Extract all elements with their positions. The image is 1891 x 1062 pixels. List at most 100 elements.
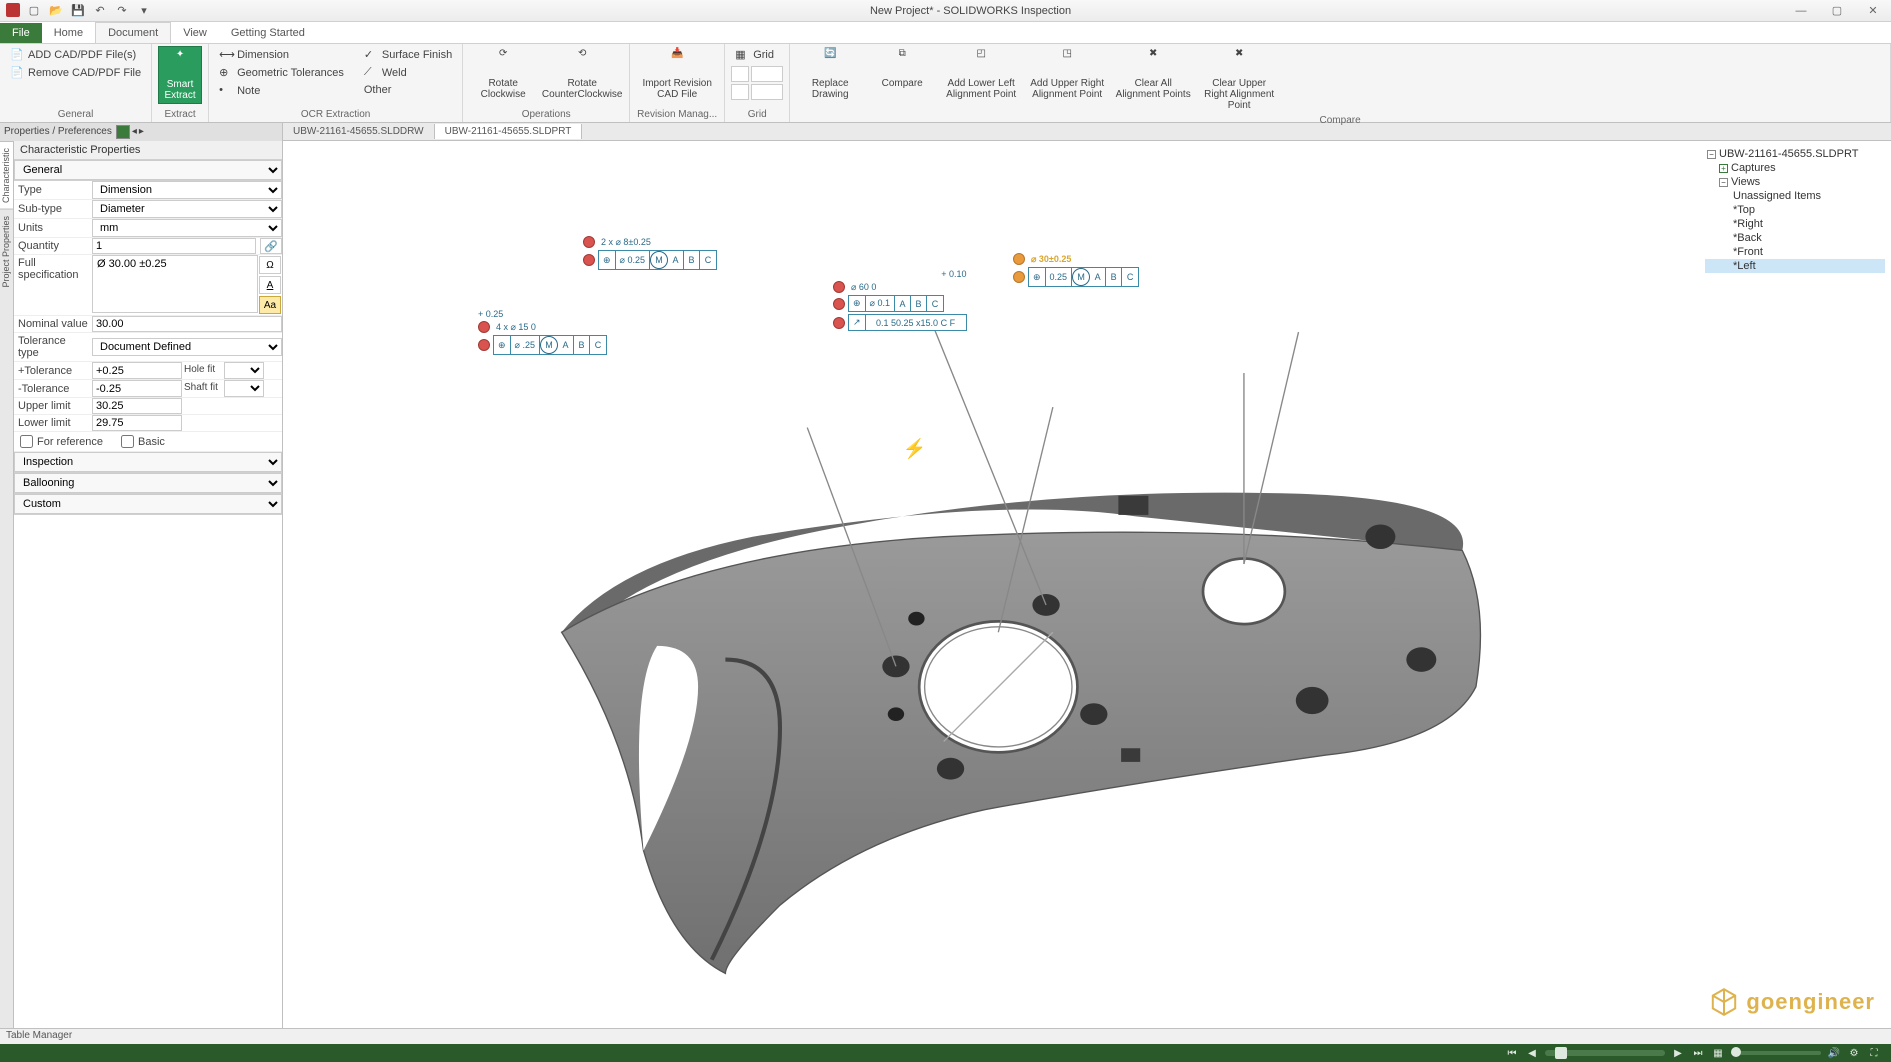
ballooning-dropdown[interactable]: Ballooning [14,473,282,493]
table-manager-label[interactable]: Table Manager [6,1030,72,1041]
tab-document[interactable]: Document [95,22,171,43]
settings-button[interactable]: ⚙ [1847,1046,1861,1060]
ocr-weld-button[interactable]: ⟋Weld [360,64,456,82]
open-icon[interactable]: 📂 [48,3,64,19]
tree-view-left[interactable]: *Left [1705,259,1885,273]
ocr-other-button[interactable]: Other [360,82,456,98]
mute-button[interactable]: 🔊 [1827,1046,1841,1060]
smart-extract-button[interactable]: ✦ Smart Extract [158,46,202,104]
page-indicator[interactable] [116,125,130,139]
spec-case-button[interactable]: Aa [259,296,281,314]
tree-captures[interactable]: +Captures [1705,161,1885,175]
quantity-link-icon[interactable]: 🔗 [260,238,282,254]
clear-all-points-button[interactable]: ✖Clear All Alignment Points [1112,46,1194,102]
doc-tab-part[interactable]: UBW-21161-45655.SLDPRT [435,124,583,139]
tab-home[interactable]: Home [42,23,95,43]
maximize-button[interactable]: ▢ [1819,0,1855,22]
grid-toggle[interactable]: ▦Grid [731,46,783,64]
callout-2x-hole[interactable]: 2 x ⌀ 8±0.25 ⊕⌀ 0.25M ABC [583,236,717,270]
for-reference-check[interactable]: For reference [20,435,103,448]
grid-sel-1[interactable] [751,66,783,82]
callout-4x-hole[interactable]: + 0.25 4 x ⌀ 15 0 ⊕⌀ .25M ABC [478,309,607,355]
tree-root[interactable]: −UBW-21161-45655.SLDPRT [1705,147,1885,161]
nominal-input[interactable] [92,316,282,332]
balloon-icon [583,254,595,266]
spec-omega-button[interactable]: Ω [259,256,281,274]
redo-icon[interactable]: ↷ [114,3,130,19]
file-tab[interactable]: File [0,23,42,43]
prev-button[interactable]: ◀ [1525,1046,1539,1060]
units-select[interactable]: mm [92,219,282,237]
add-cad-pdf-button[interactable]: 📄ADD CAD/PDF File(s) [6,46,145,64]
doc-tab-drawing[interactable]: UBW-21161-45655.SLDDRW [283,124,435,139]
general-dropdown[interactable]: General [14,160,282,180]
fullscreen-button[interactable]: ⛶ [1867,1046,1881,1060]
spec-font-button[interactable]: A [259,276,281,294]
tree-views[interactable]: −Views [1705,175,1885,189]
tree-view-back[interactable]: *Back [1705,231,1885,245]
callout-60-bore[interactable]: + 0.10 ⌀ 60 0 ⊕⌀ 0.1 ABC ↗0.1 50.25 x15.… [833,269,967,331]
new-icon[interactable]: ▢ [26,3,42,19]
tree-view-right[interactable]: *Right [1705,217,1885,231]
clear-all-icon: ✖ [1139,48,1167,76]
subtype-select[interactable]: Diameter [92,200,282,218]
ocr-surface-button[interactable]: ✓Surface Finish [360,46,456,64]
plustol-input[interactable] [92,362,182,379]
viewport-3d[interactable]: ⚡ + 0.25 4 x ⌀ 15 0 ⊕⌀ .25M ABC 2 x ⌀ 8±… [283,141,1891,1028]
custom-dropdown[interactable]: Custom [14,494,282,514]
ocr-note-button[interactable]: •Note [215,82,348,100]
save-icon[interactable]: 💾 [70,3,86,19]
fullspec-textarea[interactable]: Ø 30.00 ±0.25 [92,255,258,313]
add-upper-right-button[interactable]: ◳Add Upper Right Alignment Point [1026,46,1108,102]
import-revision-button[interactable]: 📥Import Revision CAD File [636,46,718,102]
type-select[interactable]: Dimension [92,181,282,199]
first-button[interactable]: ⏮ [1505,1046,1519,1060]
toltype-select[interactable]: Document Defined [92,338,282,356]
holefit-select[interactable] [224,362,264,379]
close-button[interactable]: ✕ [1855,0,1891,22]
add-lower-left-button[interactable]: ◰Add Lower Left Alignment Point [940,46,1022,102]
tree-unassigned[interactable]: Unassigned Items [1705,189,1885,203]
goengineer-logo: goengineer [1708,986,1875,1018]
grid-button[interactable]: ▦ [1711,1046,1725,1060]
undo-icon[interactable]: ↶ [92,3,108,19]
dropdown-icon[interactable]: ▾ [136,3,152,19]
compare-button[interactable]: ⧉Compare [868,46,936,91]
note-icon: • [219,84,233,98]
lower-input[interactable] [92,415,182,431]
grid-icon: ▦ [735,48,749,62]
play-button[interactable]: ▶ [1671,1046,1685,1060]
tab-view[interactable]: View [171,23,219,43]
dimension-icon: ⟷ [219,48,233,62]
ocr-dimension-button[interactable]: ⟷Dimension [215,46,348,64]
ocr-geotol-button[interactable]: ⊕Geometric Tolerances [215,64,348,82]
minimize-button[interactable]: — [1783,0,1819,22]
callout-30-hole-selected[interactable]: ⌀ 30±0.25 ⊕0.25M ABC [1013,253,1139,287]
side-tab-characteristic[interactable]: Characteristic [0,141,13,209]
rotate-cw-button[interactable]: ⟳Rotate Clockwise [469,46,537,102]
feature-tree[interactable]: −UBW-21161-45655.SLDPRT +Captures −Views… [1705,147,1885,273]
playback-track[interactable] [1545,1050,1665,1056]
side-tab-project-properties[interactable]: Project Properties [0,209,13,294]
rotate-ccw-button[interactable]: ⟲Rotate CounterClockwise [541,46,623,102]
tab-getting-started[interactable]: Getting Started [219,23,317,43]
minustol-input[interactable] [92,380,182,397]
shaftfit-select[interactable] [224,380,264,397]
grid-btn-2[interactable] [731,84,749,100]
corner-ur-icon: ◳ [1053,48,1081,76]
titlebar: ▢ 📂 💾 ↶ ↷ ▾ New Project* - SOLIDWORKS In… [0,0,1891,22]
clear-upper-right-button[interactable]: ✖Clear Upper Right Alignment Point [1198,46,1280,113]
quantity-input[interactable] [92,238,256,254]
tree-view-top[interactable]: *Top [1705,203,1885,217]
upper-input[interactable] [92,398,182,414]
remove-cad-pdf-button[interactable]: 📄Remove CAD/PDF File [6,64,145,82]
volume-track[interactable] [1731,1051,1821,1055]
playback-bar: ⏮ ◀ ▶ ⏭ ▦ 🔊 ⚙ ⛶ [0,1044,1891,1062]
inspection-dropdown[interactable]: Inspection [14,452,282,472]
tree-view-front[interactable]: *Front [1705,245,1885,259]
basic-check[interactable]: Basic [121,435,165,448]
grid-sel-2[interactable] [751,84,783,100]
next-button[interactable]: ⏭ [1691,1046,1705,1060]
grid-btn-1[interactable] [731,66,749,82]
replace-drawing-button[interactable]: 🔄Replace Drawing [796,46,864,102]
